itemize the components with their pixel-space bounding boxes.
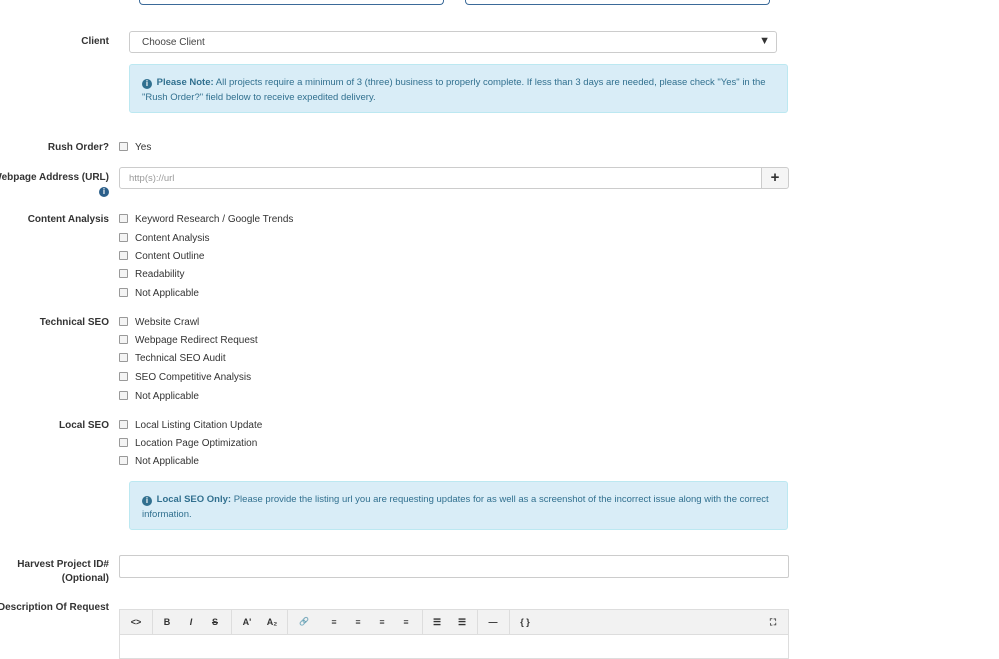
superscript-icon[interactable]: A': [239, 616, 255, 628]
harvest-label-line2: (Optional): [61, 573, 109, 584]
local-seo-option[interactable]: Local Listing Citation Update: [119, 419, 262, 433]
fullscreen-icon[interactable]: ⛶: [765, 616, 781, 628]
local-seo-label: Local SEO: [58, 420, 109, 431]
unordered-list-icon[interactable]: ☰: [429, 616, 445, 628]
checkbox[interactable]: [119, 391, 128, 400]
option-label: Local Listing Citation Update: [135, 420, 263, 431]
info-icon: i: [142, 79, 152, 89]
option-label: Location Page Optimization: [135, 438, 258, 449]
add-url-button[interactable]: +: [761, 167, 789, 189]
technical-seo-option[interactable]: Website Crawl: [119, 316, 199, 330]
checkbox[interactable]: [119, 233, 128, 242]
content-analysis-option[interactable]: Content Analysis: [119, 232, 210, 246]
align-left-icon[interactable]: ≡: [326, 616, 342, 628]
checkbox[interactable]: [119, 288, 128, 297]
option-label: Readability: [135, 269, 185, 280]
checkbox[interactable]: [119, 269, 128, 278]
client-select[interactable]: Choose Client ▼: [129, 31, 777, 53]
option-label: Content Outline: [135, 251, 205, 262]
local-seo-option[interactable]: Not Applicable: [119, 455, 199, 469]
rush-yes-checkbox[interactable]: [119, 142, 128, 151]
note-text: All projects require a minimum of 3 (thr…: [142, 77, 766, 103]
content-analysis-option[interactable]: Content Outline: [119, 250, 205, 264]
checkbox[interactable]: [119, 214, 128, 223]
checkbox[interactable]: [119, 335, 128, 344]
top-left-input[interactable]: [139, 0, 444, 5]
option-label: Not Applicable: [135, 391, 199, 402]
url-label: Webpage Address (URL): [0, 172, 109, 183]
italic-icon[interactable]: I: [183, 616, 199, 628]
url-input[interactable]: http(s)://url: [119, 167, 762, 189]
code-view-icon[interactable]: <>: [128, 616, 144, 628]
technical-seo-option[interactable]: Not Applicable: [119, 390, 199, 404]
horizontal-rule-icon[interactable]: —: [485, 616, 501, 628]
option-label: Not Applicable: [135, 288, 199, 299]
technical-seo-option[interactable]: Technical SEO Audit: [119, 352, 226, 366]
option-label: Website Crawl: [135, 317, 200, 328]
local-seo-note-alert: i Local SEO Only: Please provide the lis…: [129, 481, 788, 530]
local-seo-option[interactable]: Location Page Optimization: [119, 437, 257, 451]
description-editor[interactable]: <> B I S A' A₂ 🔗 ≡ ≡ ≡ ≡ ☰ ☰ — { } ⛶: [119, 609, 789, 659]
top-right-input[interactable]: [465, 0, 770, 5]
content-analysis-option[interactable]: Keyword Research / Google Trends: [119, 213, 293, 227]
client-select-value: Choose Client: [142, 37, 205, 48]
checkbox[interactable]: [119, 353, 128, 362]
link-icon[interactable]: 🔗: [296, 616, 312, 628]
align-right-icon[interactable]: ≡: [374, 616, 390, 628]
option-label: Webpage Redirect Request: [135, 335, 258, 346]
align-center-icon[interactable]: ≡: [350, 616, 366, 628]
description-label: Description Of Request: [0, 602, 109, 613]
checkbox[interactable]: [119, 456, 128, 465]
url-info-icon[interactable]: i: [99, 185, 111, 197]
content-analysis-label: Content Analysis: [27, 214, 109, 225]
braces-icon[interactable]: { }: [517, 616, 533, 628]
option-label: Content Analysis: [135, 233, 210, 244]
subscript-icon[interactable]: A₂: [264, 616, 280, 628]
technical-seo-option[interactable]: SEO Competitive Analysis: [119, 371, 251, 385]
harvest-project-id-input[interactable]: [119, 555, 789, 578]
content-analysis-option[interactable]: Not Applicable: [119, 287, 199, 301]
bold-icon[interactable]: B: [159, 616, 175, 628]
strikethrough-icon[interactable]: S: [207, 616, 223, 628]
rush-yes-option[interactable]: Yes: [119, 141, 151, 155]
technical-seo-option[interactable]: Webpage Redirect Request: [119, 334, 258, 348]
option-label: Not Applicable: [135, 456, 199, 467]
harvest-label-line1: Harvest Project ID#: [17, 559, 109, 570]
option-label: Technical SEO Audit: [135, 353, 226, 364]
url-placeholder: http(s)://url: [129, 173, 175, 184]
checkbox[interactable]: [119, 438, 128, 447]
justify-icon[interactable]: ≡: [398, 616, 414, 628]
note-title: Local SEO Only:: [156, 494, 232, 505]
content-analysis-option[interactable]: Readability: [119, 268, 184, 282]
rush-order-label: Rush Order?: [47, 142, 109, 153]
ordered-list-icon[interactable]: ☰: [454, 616, 470, 628]
caret-down-icon: ▼: [759, 35, 770, 47]
checkbox[interactable]: [119, 420, 128, 429]
option-label: SEO Competitive Analysis: [135, 372, 252, 383]
info-icon: i: [142, 496, 152, 506]
editor-toolbar: <> B I S A' A₂ 🔗 ≡ ≡ ≡ ≡ ☰ ☰ — { } ⛶: [120, 610, 788, 635]
technical-seo-label: Technical SEO: [39, 317, 109, 328]
option-label: Keyword Research / Google Trends: [135, 214, 294, 225]
note-title: Please Note:: [156, 77, 214, 88]
client-label: Client: [81, 36, 109, 47]
rush-yes-label: Yes: [135, 142, 152, 153]
note-text: Please provide the listing url you are r…: [142, 494, 769, 520]
rush-note-alert: i Please Note: All projects require a mi…: [129, 64, 788, 113]
checkbox[interactable]: [119, 372, 128, 381]
checkbox[interactable]: [119, 317, 128, 326]
checkbox[interactable]: [119, 251, 128, 260]
